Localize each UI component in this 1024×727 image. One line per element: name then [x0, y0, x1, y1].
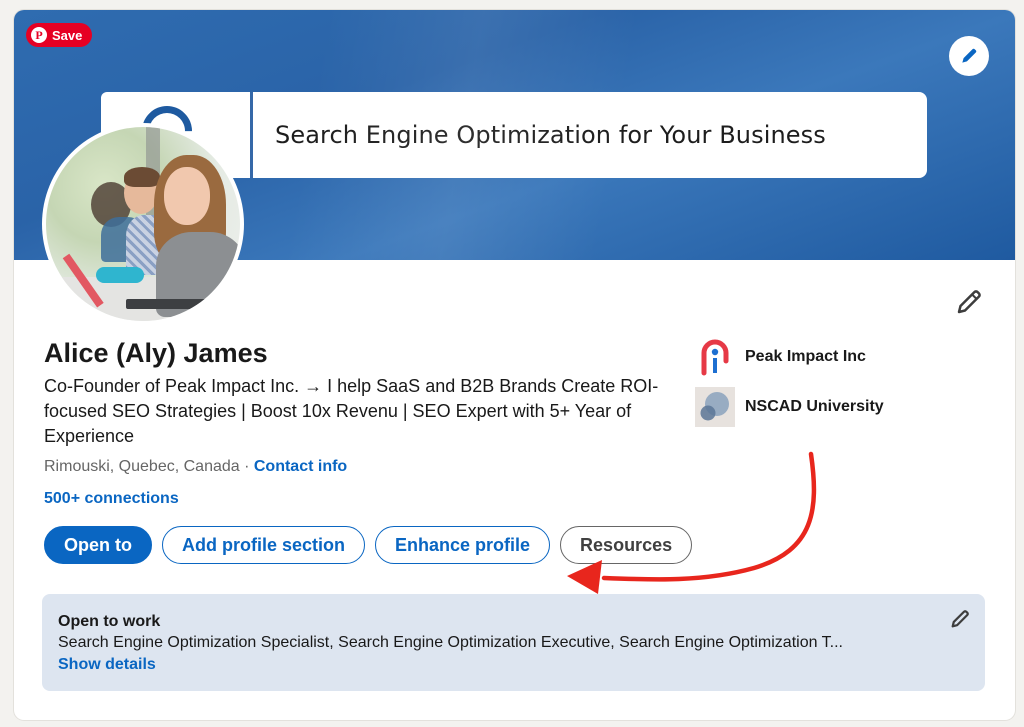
banner-divider	[250, 92, 253, 178]
connections-link[interactable]: 500+ connections	[44, 490, 179, 508]
enhance-profile-button[interactable]: Enhance profile	[375, 526, 551, 564]
edit-intro-button[interactable]	[954, 287, 984, 317]
open-to-button[interactable]: Open to	[44, 526, 152, 564]
organizations-list: Peak Impact Inc NSCAD University	[695, 337, 884, 437]
pinterest-save-button[interactable]: P Save	[26, 23, 93, 47]
profile-photo[interactable]	[42, 123, 244, 325]
nscad-logo-icon	[695, 387, 735, 427]
add-profile-section-button[interactable]: Add profile section	[162, 526, 366, 564]
pinterest-save-label: Save	[52, 27, 83, 43]
org-name: Peak Impact Inc	[745, 348, 866, 365]
contact-info-link[interactable]: Contact info	[254, 458, 347, 475]
open-to-work-roles: Search Engine Optimization Specialist, S…	[58, 634, 843, 651]
edit-open-to-work-button[interactable]	[949, 608, 971, 630]
profile-card: Search Engine Optimization for Your Busi…	[14, 10, 1015, 720]
pencil-icon	[962, 48, 977, 63]
profile-photo-image	[46, 127, 240, 321]
banner-title-box: Search Engine Optimization for Your Busi…	[253, 92, 927, 178]
pencil-icon	[951, 610, 969, 628]
banner-title: Search Engine Optimization for Your Busi…	[275, 121, 826, 149]
org-peak-impact[interactable]: Peak Impact Inc	[695, 337, 884, 377]
edit-banner-button[interactable]	[949, 36, 989, 76]
pencil-icon	[957, 290, 981, 314]
separator-dot: ·	[239, 458, 254, 475]
profile-name: Alice (Aly) James	[44, 338, 268, 368]
profile-headline: Co-Founder of Peak Impact Inc. → I help …	[44, 376, 659, 446]
annotation-arrow-head	[567, 560, 602, 594]
profile-location: Rimouski, Quebec, Canada	[44, 458, 240, 475]
org-name: NSCAD University	[745, 398, 884, 415]
resources-button[interactable]: Resources	[560, 526, 693, 564]
pinterest-logo-icon: P	[31, 27, 47, 43]
show-details-link[interactable]: Show details	[58, 654, 156, 676]
open-to-work-title: Open to work	[58, 613, 161, 630]
open-to-work-card: Open to work Search Engine Optimization …	[42, 594, 985, 691]
location-row: Rimouski, Quebec, Canada · Contact info	[44, 458, 347, 476]
org-nscad[interactable]: NSCAD University	[695, 387, 884, 427]
profile-actions: Open to Add profile section Enhance prof…	[44, 526, 693, 564]
peak-impact-logo-icon	[695, 337, 735, 377]
